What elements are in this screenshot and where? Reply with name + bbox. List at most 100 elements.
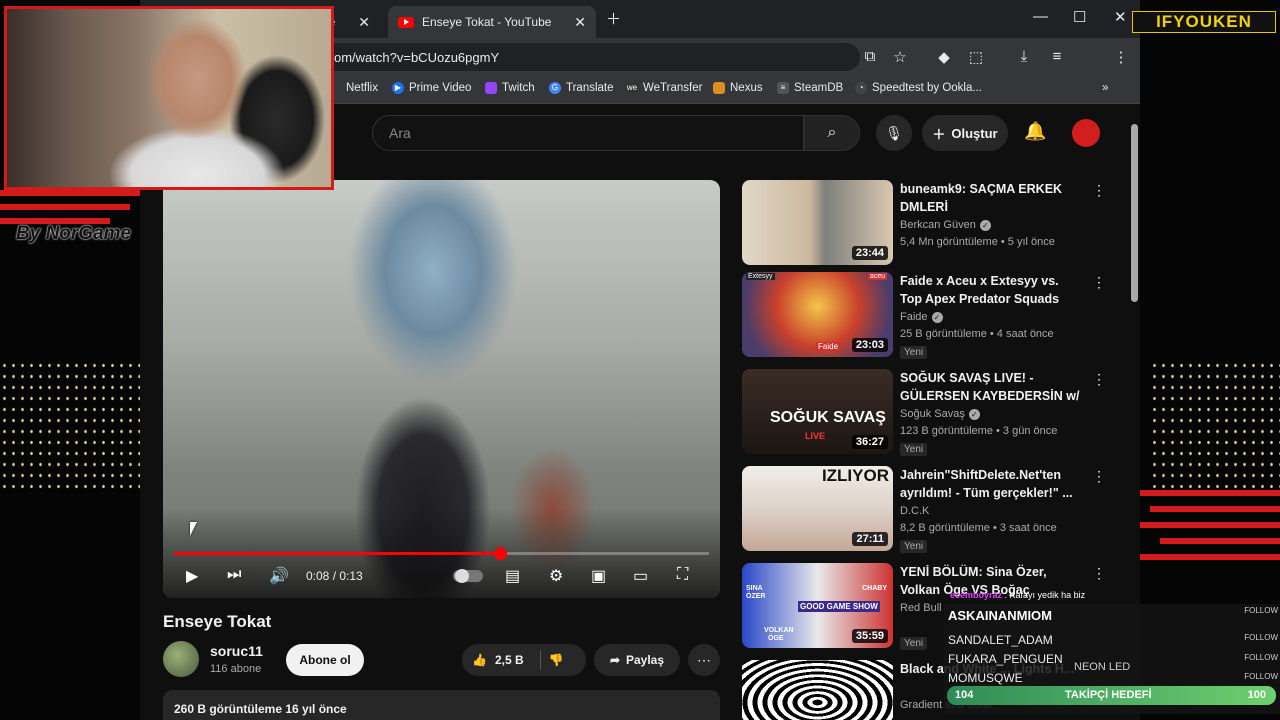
miniplayer-icon[interactable]: ▣ <box>591 566 606 586</box>
verified-check-icon: ✓ <box>931 312 943 323</box>
menu-dots-icon[interactable]: ⋮ <box>1111 48 1131 66</box>
bookmark-steamdb[interactable]: ≡ SteamDB <box>777 82 843 94</box>
description-box[interactable]: 260 B görüntüleme 16 yıl önce <box>163 690 720 720</box>
like-dislike-group: 👍 2,5 B 👎 <box>462 644 586 676</box>
bookmark-netflix[interactable]: Netflix <box>346 82 378 94</box>
bookmark-speedtest[interactable]: ◔ Speedtest by Ookla... <box>855 82 982 94</box>
rec-channel[interactable]: Red Bull <box>900 602 942 614</box>
recommended-item[interactable]: Extesyy aceu Faide 23:03 Faide x Aceu x … <box>742 272 1106 362</box>
recommended-item[interactable]: SOĞUK SAVAŞ LIVE 36:27 SOĞUK SAVAŞ LIVE!… <box>742 369 1106 459</box>
like-count[interactable]: 2,5 B <box>495 653 524 667</box>
views-and-date: 260 B görüntüleme 16 yıl önce <box>174 702 347 716</box>
voice-search-button[interactable]: 🎙 <box>876 115 912 151</box>
extension-gem-icon[interactable]: ◆ <box>934 48 954 66</box>
bookmark-label: Twitch <box>502 82 535 94</box>
new-tab-icon[interactable]: ＋ <box>606 8 621 29</box>
play-icon[interactable]: ▶ <box>186 566 198 586</box>
follower-goal-bar: 104 TAKİPÇİ HEDEFİ 100 <box>947 686 1276 705</box>
thumb-label: SOĞUK SAVAŞ <box>770 409 886 426</box>
window-close-icon[interactable]: ✕ <box>1114 8 1127 26</box>
url-field[interactable]: om/watch?v=bCUozu6pgmY <box>320 43 860 71</box>
search-button[interactable]: ⌕ <box>804 115 860 151</box>
rec-meta: 123 B görüntüleme • 3 gün önce <box>900 425 1058 437</box>
rec-menu-dots-icon[interactable]: ⋮ <box>1092 274 1106 291</box>
rec-menu-dots-icon[interactable]: ⋮ <box>1092 371 1106 388</box>
volume-icon[interactable]: 🔊 <box>269 566 289 586</box>
more-actions-button[interactable]: ⋯ <box>688 644 720 676</box>
subscribe-button[interactable]: Abone ol <box>286 644 364 676</box>
duration-badge: 27:11 <box>852 532 888 546</box>
mouse-cursor-icon <box>190 522 197 536</box>
autoplay-toggle[interactable] <box>453 569 483 583</box>
close-icon[interactable]: ✕ <box>574 14 586 31</box>
speedtest-icon: ◔ <box>855 82 867 94</box>
follower-name: ASKAINANMIOM <box>948 608 1052 623</box>
new-badge: Yeni <box>900 540 928 553</box>
channel-name[interactable]: soruc11 <box>210 643 263 659</box>
rec-menu-dots-icon[interactable]: ⋮ <box>1092 182 1106 199</box>
url-text: om/watch?v=bCUozu6pgmY <box>334 49 500 65</box>
bookmark-nexus[interactable]: Nexus <box>713 82 763 94</box>
rec-title[interactable]: Faide x Aceu x Extesyy vs. Top Apex Pred… <box>900 272 1080 308</box>
theater-mode-icon[interactable]: ▭ <box>633 566 648 586</box>
channel-avatar[interactable] <box>163 641 199 677</box>
video-thumbnail[interactable]: Extesyy aceu Faide 23:03 <box>742 272 893 357</box>
bookmarks-overflow-icon[interactable]: » <box>1102 82 1108 94</box>
rec-channel[interactable]: Faide ✓ <box>900 311 943 323</box>
overlay-text: NEON LED <box>1074 661 1131 673</box>
rec-menu-dots-icon[interactable]: ⋮ <box>1092 565 1106 582</box>
download-icon[interactable]: ⤓ <box>1014 48 1034 65</box>
media-queue-icon[interactable]: ≡ <box>1047 48 1067 65</box>
video-player[interactable]: ▶ ⏭ 🔊 0:08 / 0:13 ▤ ⚙ ▣ ▭ ⛶ <box>163 180 720 598</box>
google-icon: G <box>549 82 561 94</box>
bookmark-translate[interactable]: G Translate <box>549 82 614 94</box>
rec-title[interactable]: buneamk9: SAÇMA ERKEK DMLERİ <box>900 180 1080 216</box>
extensions-puzzle-icon[interactable]: ⬚ <box>966 48 986 66</box>
scrollbar-thumb[interactable] <box>1131 124 1138 302</box>
settings-gear-icon[interactable]: ⚙ <box>549 566 563 586</box>
progress-bar[interactable] <box>174 547 709 560</box>
subtitles-icon[interactable]: ▤ <box>505 566 520 586</box>
bookmark-prime-video[interactable]: ▶ Prime Video <box>392 82 471 94</box>
rec-channel[interactable]: D.C.K <box>900 505 929 517</box>
search-input[interactable]: Ara <box>372 115 804 151</box>
minimize-icon[interactable]: — <box>1033 8 1048 25</box>
rec-channel[interactable]: Soğuk Savaş ✓ <box>900 408 980 420</box>
bookmark-star-icon[interactable]: ☆ <box>890 48 910 66</box>
share-button[interactable]: ➦ Paylaş <box>594 644 680 676</box>
maximize-icon[interactable]: ☐ <box>1073 8 1086 26</box>
video-thumbnail[interactable]: SOĞUK SAVAŞ LIVE 36:27 <box>742 369 893 454</box>
rec-channel[interactable]: Berkcan Güven ✓ <box>900 219 991 231</box>
rec-menu-dots-icon[interactable]: ⋮ <box>1092 468 1106 485</box>
thumbs-down-icon[interactable]: 👎 <box>549 653 564 667</box>
duration-badge: 23:44 <box>851 246 888 260</box>
account-avatar[interactable] <box>1072 119 1100 147</box>
create-label: Oluştur <box>951 125 998 141</box>
rec-title[interactable]: SOĞUK SAVAŞ LIVE! - GÜLERSEN KAYBEDERSİN… <box>900 369 1080 405</box>
goal-label: TAKİPÇİ HEDEFİ <box>1065 689 1152 701</box>
video-thumbnail[interactable]: 23:44 <box>742 180 893 265</box>
tab-active[interactable]: Enseye Tokat - YouTube ✕ <box>388 6 596 38</box>
close-icon[interactable]: ✕ <box>358 14 370 31</box>
search-placeholder: Ara <box>389 125 411 141</box>
notifications-bell-icon[interactable]: 🔔 <box>1024 121 1046 142</box>
create-button[interactable]: ＋ Oluştur <box>922 115 1008 151</box>
video-title: Enseye Tokat <box>163 612 272 631</box>
recommended-item[interactable]: 23:44 buneamk9: SAÇMA ERKEK DMLERİ Berkc… <box>742 180 1106 270</box>
fullscreen-icon[interactable]: ⛶ <box>677 566 688 584</box>
video-thumbnail[interactable]: IZLIYOR 27:11 <box>742 466 893 551</box>
next-icon[interactable]: ⏭ <box>227 566 241 584</box>
bookmark-label: Nexus <box>730 82 763 94</box>
recommended-item[interactable]: IZLIYOR 27:11 Jahrein"ShiftDelete.Net'te… <box>742 466 1106 556</box>
video-thumbnail[interactable]: SINA ÖZER VOLKAN ÖGE GOOD GAME SHOW CHAB… <box>742 563 893 648</box>
bookmark-wetransfer[interactable]: we WeTransfer <box>626 82 702 94</box>
bookmark-twitch[interactable]: Twitch <box>485 82 535 94</box>
thumb-label: GOOD GAME SHOW <box>798 601 880 612</box>
chat-user: ecemboyraz <box>950 590 1003 600</box>
thumbs-up-icon[interactable]: 👍 <box>472 653 487 667</box>
thumb-label: CHABY <box>862 585 887 592</box>
install-icon[interactable]: ⧉ <box>860 48 880 65</box>
channel-label: Soğuk Savaş <box>900 408 965 420</box>
rec-title[interactable]: Jahrein"ShiftDelete.Net'ten ayrıldım! - … <box>900 466 1080 502</box>
video-thumbnail[interactable] <box>742 660 893 720</box>
